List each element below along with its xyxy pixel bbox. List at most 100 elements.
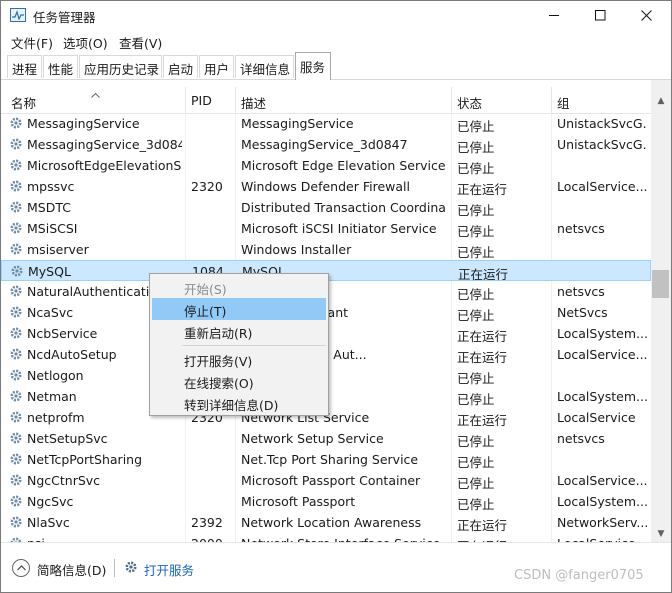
- column-divider[interactable]: [235, 87, 236, 114]
- service-name-cell: MessagingService_3d0847: [27, 137, 182, 152]
- column-divider[interactable]: [451, 87, 452, 114]
- watermark: CSDN @fanger0705: [514, 568, 644, 583]
- status-cell: 正在运行: [457, 182, 508, 197]
- open-services-link[interactable]: 打开服务: [144, 560, 194, 579]
- service-name-cell: MSDTC: [27, 200, 71, 215]
- description-cell: MessagingService: [241, 116, 354, 131]
- status-cell: 已停止: [457, 287, 495, 302]
- gear-icon: [9, 368, 23, 382]
- gear-icon: [10, 264, 24, 278]
- close-button[interactable]: [623, 1, 669, 30]
- description-cell: Net.Tcp Port Sharing Service: [241, 452, 419, 467]
- gear-icon: [9, 179, 23, 193]
- menu-file[interactable]: 文件(F): [11, 33, 53, 52]
- status-cell: 已停止: [457, 455, 495, 470]
- window-title: 任务管理器: [33, 10, 96, 25]
- menu-options[interactable]: 选项(O): [63, 33, 108, 52]
- table-row[interactable]: MicrosoftEdgeElevationS... Microsoft Edge…: [1, 155, 651, 176]
- table-row[interactable]: msiserver Windows Installer 已停止: [1, 239, 651, 260]
- status-cell: 已停止: [457, 434, 495, 449]
- maximize-button[interactable]: [577, 1, 623, 30]
- column-header-description[interactable]: 描述: [241, 93, 266, 112]
- table-header: 名称 PID 描述 状态 组: [1, 80, 651, 114]
- menu-item-stop[interactable]: 停止(T): [152, 298, 326, 320]
- tab-startup[interactable]: 启动: [163, 55, 198, 78]
- menu-item-go-to-details[interactable]: 转到详细信息(D): [152, 392, 326, 414]
- table-row[interactable]: NlaSvc 2392 Network Location Awareness 正在运行…: [1, 512, 651, 533]
- column-divider[interactable]: [551, 87, 552, 114]
- tab-details[interactable]: 详细信息: [235, 55, 294, 78]
- tab-processes[interactable]: 进程: [7, 55, 42, 78]
- column-header-group[interactable]: 组: [557, 93, 570, 112]
- description-cell: Microsoft Passport: [241, 494, 356, 509]
- gear-icon: [9, 326, 23, 340]
- menu-bar: 文件(F) 选项(O) 查看(V): [1, 30, 671, 52]
- sort-up-icon: [91, 87, 100, 101]
- status-cell: 正在运行: [457, 518, 508, 533]
- gear-icon: [9, 347, 23, 361]
- pid-cell: 2320: [191, 179, 223, 194]
- menu-item-search-online[interactable]: 在线搜索(O): [152, 370, 326, 392]
- service-name-cell: MessagingService: [27, 116, 140, 131]
- group-cell: UnistackSvcG...: [557, 137, 647, 152]
- status-cell: 已停止: [457, 140, 495, 155]
- status-bar: 简略信息(D) 打开服务 CSDN @fanger0705: [1, 542, 671, 592]
- tab-app-history[interactable]: 应用历史记录: [79, 55, 162, 78]
- title-bar[interactable]: 任务管理器: [1, 1, 671, 30]
- fewer-details-button[interactable]: 简略信息(D): [37, 560, 106, 579]
- status-cell: 正在运行: [457, 413, 508, 428]
- table-row[interactable]: nsi2000Network Store Interface Service正在…: [1, 533, 651, 542]
- gear-icon: [9, 284, 23, 298]
- menu-item-start: 开始(S): [184, 282, 227, 297]
- group-cell: LocalSystem...: [557, 494, 647, 509]
- group-cell: LocalService...: [557, 473, 647, 488]
- status-cell: 正在运行: [457, 329, 508, 344]
- menu-item-open-services[interactable]: 打开服务(V): [152, 348, 326, 370]
- gear-icon: [9, 305, 23, 319]
- table-row[interactable]: MessagingService MessagingService 已停止 Unist…: [1, 113, 651, 134]
- tab-services[interactable]: 服务: [295, 52, 331, 80]
- table-row[interactable]: MessagingService_3d0847 MessagingService_…: [1, 134, 651, 155]
- tab-users[interactable]: 用户: [199, 55, 234, 78]
- chevron-up-icon[interactable]: [12, 559, 30, 577]
- service-name-cell: NlaSvc: [27, 515, 70, 530]
- gear-icon: [9, 431, 23, 445]
- group-cell: netsvcs: [557, 284, 605, 299]
- column-header-status[interactable]: 状态: [457, 93, 482, 112]
- task-manager-window: 任务管理器 文件(F) 选项(O) 查看(V) 进程 性能 应用历史记录 启动 …: [0, 0, 672, 593]
- scroll-up-icon[interactable]: ▲: [651, 92, 671, 109]
- status-cell: 已停止: [457, 371, 495, 386]
- pid-cell: 2392: [191, 515, 223, 530]
- table-row[interactable]: NetSetupSvc Network Setup Service 已停止 netsv…: [1, 428, 651, 449]
- description-cell: Microsoft Edge Elevation Service...: [241, 158, 446, 173]
- vertical-scrollbar[interactable]: ▲ ▼: [651, 80, 671, 542]
- table-row[interactable]: MSiSCSI Microsoft iSCSI Initiator Service…: [1, 218, 651, 239]
- table-row[interactable]: MSDTC Distributed Transaction Coordina...…: [1, 197, 651, 218]
- status-cell: 已停止: [457, 119, 495, 134]
- service-name-cell: msiserver: [27, 242, 89, 257]
- column-divider[interactable]: [185, 87, 186, 114]
- menu-view[interactable]: 查看(V): [119, 33, 162, 52]
- tab-performance[interactable]: 性能: [43, 55, 78, 78]
- column-header-name[interactable]: 名称: [11, 93, 36, 112]
- description-cell: Network Location Awareness: [241, 515, 422, 530]
- table-row[interactable]: NgcCtnrSvc Microsoft Passport Container 已停…: [1, 470, 651, 491]
- minimize-button[interactable]: [531, 1, 577, 30]
- menu-item-restart[interactable]: 重新启动(R): [152, 320, 326, 342]
- group-cell: NetworkServ...: [557, 515, 647, 530]
- description-cell: Distributed Transaction Coordina...: [241, 200, 446, 215]
- scroll-down-icon[interactable]: ▼: [651, 525, 671, 542]
- column-header-pid[interactable]: PID: [191, 93, 212, 108]
- scrollbar-thumb[interactable]: [652, 270, 669, 298]
- table-row[interactable]: NetTcpPortSharing Net.Tcp Port Sharing Se…: [1, 449, 651, 470]
- table-row[interactable]: mpssvc 2320 Windows Defender Firewall 正在运行 L…: [1, 176, 651, 197]
- context-menu: 开始(S) 停止(T) 重新启动(R) 打开服务(V) 在线搜索(O) 转到详细…: [149, 273, 329, 416]
- group-cell: LocalSystem...: [557, 326, 647, 341]
- table-row[interactable]: NgcSvc Microsoft Passport 已停止 LocalSystem..…: [1, 491, 651, 512]
- status-cell: 正在运行: [457, 350, 508, 365]
- services-gear-icon[interactable]: [124, 560, 138, 577]
- service-name-cell: MSiSCSI: [27, 221, 78, 236]
- status-cell: 已停止: [457, 392, 495, 407]
- group-cell: LocalSystem...: [557, 389, 647, 404]
- gear-icon: [9, 452, 23, 466]
